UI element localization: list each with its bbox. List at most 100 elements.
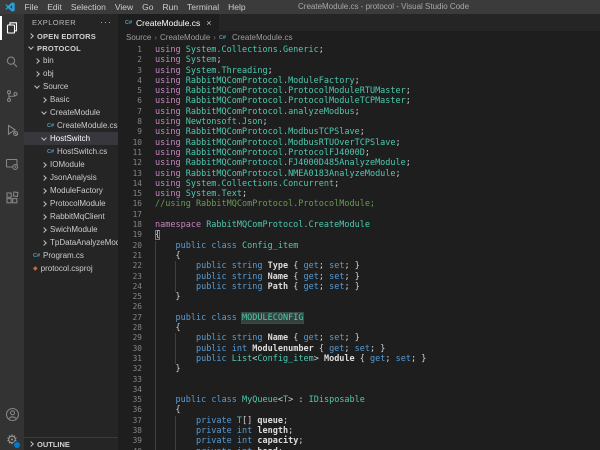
close-icon[interactable]: × <box>206 18 211 28</box>
tree-item-createmodule[interactable]: CreateModule <box>24 106 118 119</box>
line-number[interactable]: 31 <box>118 354 155 364</box>
line-number[interactable]: 2 <box>118 55 155 65</box>
line-number[interactable]: 38 <box>118 426 155 436</box>
line-number[interactable]: 18 <box>118 220 155 230</box>
menu-item-file[interactable]: File <box>20 2 43 12</box>
line-content[interactable]: using RabbitMQComProtocol.ProtocolFJ4000… <box>155 148 370 158</box>
breadcrumb-item[interactable]: CreateModule.cs <box>232 33 292 42</box>
line-content[interactable]: public class MODULECONFIG <box>155 313 303 323</box>
line-content[interactable]: private int capacity; <box>155 436 303 446</box>
line-content[interactable]: private int head; <box>155 447 283 450</box>
tree-item-tpdataanalyzemod[interactable]: TpDataAnalyzeMod... <box>24 236 118 249</box>
line-content[interactable]: using RabbitMQComProtocol.ModbusRTUOverT… <box>155 138 401 148</box>
line-number[interactable]: 33 <box>118 375 155 385</box>
line-number[interactable]: 37 <box>118 416 155 426</box>
line-number[interactable]: 17 <box>118 210 155 220</box>
line-content[interactable]: public class Config_item <box>155 241 298 251</box>
tree-item-modulefactory[interactable]: ModuleFactory <box>24 184 118 197</box>
line-number[interactable]: 14 <box>118 179 155 189</box>
project-section[interactable]: PROTOCOL <box>24 42 118 54</box>
line-number[interactable]: 11 <box>118 148 155 158</box>
menu-item-view[interactable]: View <box>110 2 137 12</box>
line-content[interactable]: using RabbitMQComProtocol.ProtocolModule… <box>155 96 411 106</box>
line-content[interactable]: using RabbitMQComProtocol.FJ4000D485Anal… <box>155 158 411 168</box>
explorer-icon[interactable] <box>0 16 24 40</box>
line-number[interactable]: 22 <box>118 261 155 271</box>
tree-item-hostswitch-cs[interactable]: C#HostSwitch.cs <box>24 145 118 158</box>
tree-item-protocolmodule[interactable]: ProtocolModule <box>24 197 118 210</box>
account-icon[interactable] <box>0 402 24 426</box>
line-number[interactable]: 35 <box>118 395 155 405</box>
tree-item-program-cs[interactable]: C#Program.cs <box>24 249 118 262</box>
line-number[interactable]: 29 <box>118 333 155 343</box>
line-content[interactable]: private int length; <box>155 426 293 436</box>
tree-item-basic[interactable]: Basic <box>24 93 118 106</box>
source-control-icon[interactable] <box>0 84 24 108</box>
line-content[interactable]: using System.Threading; <box>155 66 273 76</box>
tree-item-jsonanalysis[interactable]: JsonAnalysis <box>24 171 118 184</box>
line-number[interactable]: 1 <box>118 45 155 55</box>
menu-item-terminal[interactable]: Terminal <box>183 2 224 12</box>
line-content[interactable]: { <box>155 251 181 261</box>
line-number[interactable]: 39 <box>118 436 155 446</box>
line-number[interactable]: 5 <box>118 86 155 96</box>
menu-item-run[interactable]: Run <box>158 2 183 12</box>
line-number[interactable]: 23 <box>118 272 155 282</box>
more-actions-icon[interactable]: ··· <box>100 17 112 27</box>
line-number[interactable]: 28 <box>118 323 155 333</box>
tab-createmodule[interactable]: C# CreateModule.cs × <box>118 14 219 31</box>
tree-item-swichmodule[interactable]: SwichModule <box>24 223 118 236</box>
tree-item-createmodule-cs[interactable]: C#CreateModule.cs <box>24 119 118 132</box>
line-content[interactable]: public List<Config_item> Module { get; s… <box>155 354 426 364</box>
breadcrumb-item[interactable]: CreateModule <box>160 33 210 42</box>
remote-explorer-icon[interactable] <box>0 152 24 176</box>
line-number[interactable]: 13 <box>118 169 155 179</box>
line-number[interactable]: 15 <box>118 189 155 199</box>
line-content[interactable]: public int Modulenumber { get; set; } <box>155 344 385 354</box>
line-content[interactable]: using System.Text; <box>155 189 247 199</box>
line-content[interactable]: //using RabbitMQComProtocol.ProtocolModu… <box>155 199 375 209</box>
line-number[interactable]: 34 <box>118 385 155 395</box>
menu-item-edit[interactable]: Edit <box>43 2 67 12</box>
tree-item-hostswitch[interactable]: HostSwitch <box>24 132 118 145</box>
line-content[interactable]: public string Type { get; set; } <box>155 261 360 271</box>
run-debug-icon[interactable] <box>0 118 24 142</box>
line-number[interactable]: 9 <box>118 127 155 137</box>
line-number[interactable]: 8 <box>118 117 155 127</box>
line-number[interactable]: 26 <box>118 302 155 312</box>
line-content[interactable]: public string Path { get; set; } <box>155 282 360 292</box>
line-content[interactable]: } <box>155 292 181 302</box>
line-number[interactable]: 6 <box>118 96 155 106</box>
menu-item-selection[interactable]: Selection <box>66 2 110 12</box>
breadcrumb-item[interactable]: Source <box>126 33 151 42</box>
line-content[interactable]: using RabbitMQComProtocol.analyzeModbus; <box>155 107 360 117</box>
outline-section[interactable]: OUTLINE <box>24 437 118 450</box>
line-number[interactable]: 36 <box>118 405 155 415</box>
line-number[interactable]: 20 <box>118 241 155 251</box>
search-icon[interactable] <box>0 50 24 74</box>
line-content[interactable]: { <box>155 230 160 240</box>
line-content[interactable]: namespace RabbitMQComProtocol.CreateModu… <box>155 220 370 230</box>
line-content[interactable]: using System.Collections.Concurrent; <box>155 179 339 189</box>
tree-item-iomodule[interactable]: IOModule <box>24 158 118 171</box>
menu-item-go[interactable]: Go <box>138 2 158 12</box>
line-content[interactable]: { <box>155 323 181 333</box>
line-number[interactable]: 40 <box>118 447 155 450</box>
line-number[interactable]: 4 <box>118 76 155 86</box>
line-content[interactable]: using System.Collections.Generic; <box>155 45 324 55</box>
line-content[interactable]: private T[] queue; <box>155 416 288 426</box>
code-editor[interactable]: 1using System.Collections.Generic;2using… <box>118 44 600 450</box>
line-content[interactable]: using RabbitMQComProtocol.NMEA0183Analyz… <box>155 169 401 179</box>
line-number[interactable]: 32 <box>118 364 155 374</box>
line-number[interactable]: 3 <box>118 66 155 76</box>
line-content[interactable]: public string Name { get; set; } <box>155 333 360 343</box>
line-number[interactable]: 7 <box>118 107 155 117</box>
line-number[interactable]: 25 <box>118 292 155 302</box>
line-content[interactable]: public class MyQueue<T> : IDisposable <box>155 395 365 405</box>
line-number[interactable]: 16 <box>118 199 155 209</box>
menu-item-help[interactable]: Help <box>224 2 250 12</box>
tree-item-rabbitmqclient[interactable]: RabbitMqClient <box>24 210 118 223</box>
line-number[interactable]: 21 <box>118 251 155 261</box>
tree-item-obj[interactable]: obj <box>24 67 118 80</box>
open-editors-section[interactable]: OPEN EDITORS <box>24 30 118 42</box>
